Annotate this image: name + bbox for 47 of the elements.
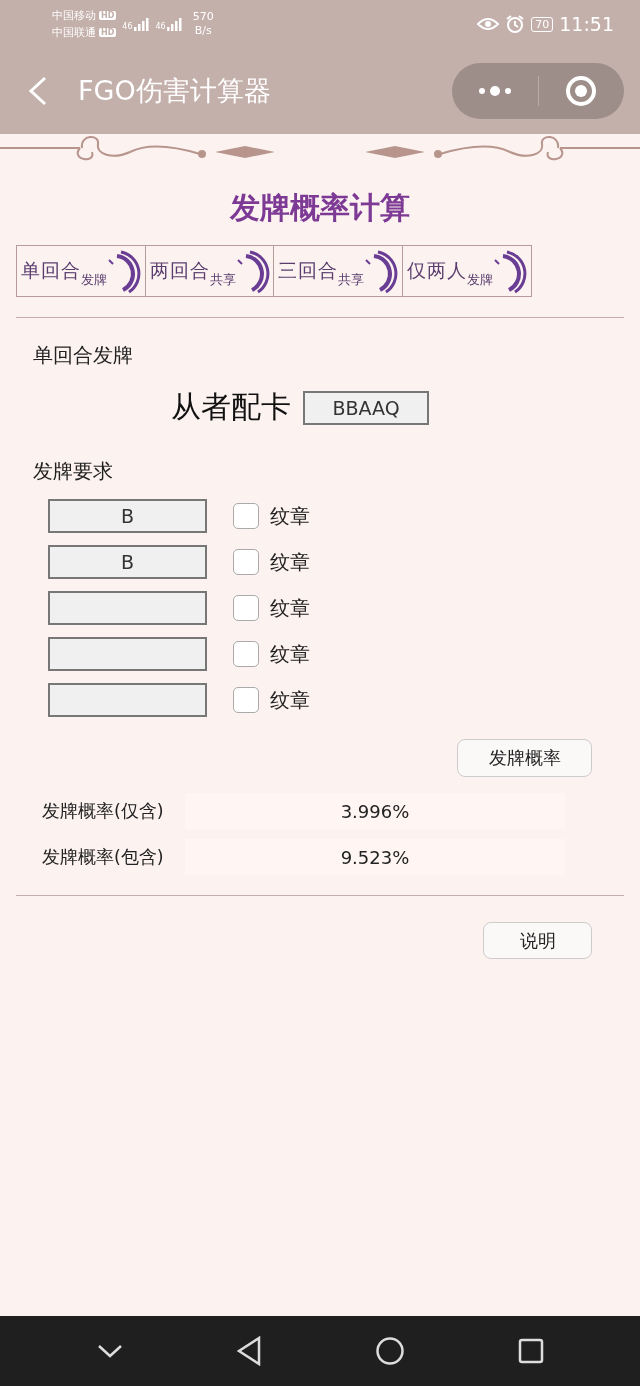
servant-cards-field[interactable]: BBAAQ [303,390,429,425]
card-field[interactable]: B [48,499,207,533]
back-icon[interactable] [235,1336,262,1366]
help-button[interactable]: 说明 [483,922,592,959]
card-field[interactable] [48,637,207,671]
eye-icon [477,17,500,31]
checkbox-label: 纹章 [270,594,310,622]
servant-cards-label: 从者配卡 [171,388,291,426]
hd-badge: HD [99,28,117,37]
more-icon [477,86,512,96]
chevron-down-icon[interactable] [96,1343,123,1359]
carrier-name: 中国移动 [52,8,96,23]
checkbox-label: 纹章 [270,502,310,530]
signal-icon [133,17,150,31]
card-field[interactable] [48,591,207,625]
checkbox-label: 纹章 [270,686,310,714]
alarm-icon [505,14,526,34]
target-icon [565,75,598,107]
home-icon[interactable] [374,1336,405,1366]
result-value: 3.996% [185,793,565,829]
battery-icon: 70 [531,16,554,32]
result-value: 9.523% [185,839,565,875]
app-title: FGO伤害计算器 [78,74,271,108]
result-label: 发牌概率(包含) [42,846,165,869]
checkbox-label: 纹章 [270,640,310,668]
network-label: 46 [155,22,166,31]
crest-checkbox[interactable] [233,549,259,575]
network-speed: 570 [192,10,214,24]
card-field[interactable]: B [48,545,207,579]
checkbox-label: 纹章 [270,548,310,576]
hd-badge: HD [99,11,117,20]
page-title: 发牌概率计算 [228,189,411,227]
calculate-button[interactable]: 发牌概率 [457,739,592,777]
carrier-name: 中国联通 [52,25,96,40]
section-title: 单回合发牌 [33,342,134,369]
speed-unit: B/s [194,24,212,38]
signal-icon [166,17,183,31]
crest-checkbox[interactable] [233,503,259,529]
crest-checkbox[interactable] [233,641,259,667]
crest-checkbox[interactable] [233,595,259,621]
network-label: 46 [122,22,133,31]
clock-time: 11:51 [559,13,614,35]
crest-checkbox[interactable] [233,687,259,713]
result-label: 发牌概率(仅含) [42,800,165,823]
recents-icon[interactable] [517,1338,544,1364]
requirements-title: 发牌要求 [33,458,114,485]
card-field[interactable] [48,683,207,717]
